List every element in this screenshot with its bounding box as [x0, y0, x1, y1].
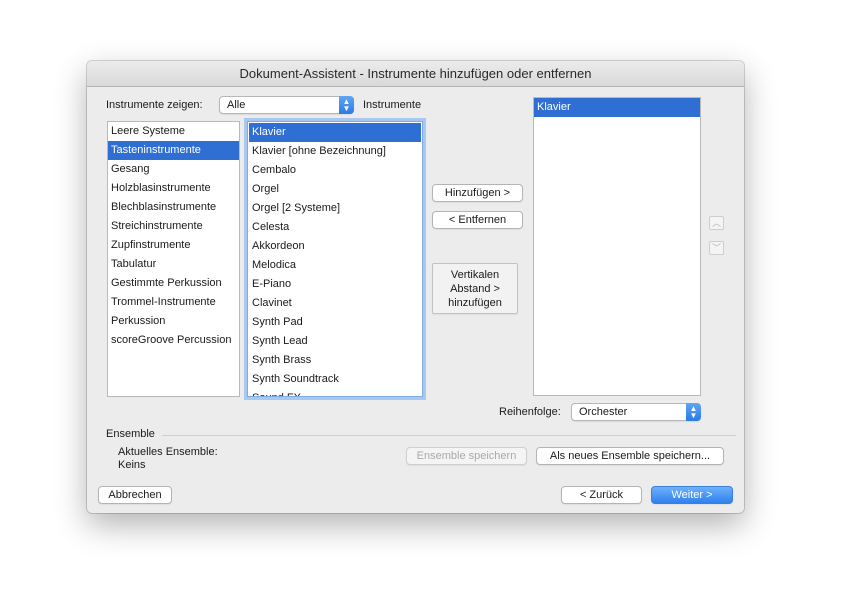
instrument-list-item[interactable]: Sound FX	[249, 389, 421, 396]
category-list-item[interactable]: Leere Systeme	[108, 122, 239, 141]
add-spacing-line-2: Abstand >	[450, 283, 500, 295]
instrument-list-item[interactable]: Synth Soundtrack	[249, 370, 421, 389]
filter-label: Instrumente zeigen:	[106, 99, 203, 111]
instrument-list-item[interactable]: Synth Brass	[249, 351, 421, 370]
current-ensemble-value: Keins	[118, 459, 146, 471]
instrument-list-item[interactable]: Orgel [2 Systeme]	[249, 199, 421, 218]
instrument-list-item[interactable]: Melodica	[249, 256, 421, 275]
add-vertical-spacing-button[interactable]: Vertikalen Abstand > hinzufügen	[432, 263, 518, 314]
category-list-item[interactable]: Gesang	[108, 160, 239, 179]
chevron-down-icon: ﹀	[711, 243, 721, 253]
instrument-list-item[interactable]: Clavinet	[249, 294, 421, 313]
ensemble-heading: Ensemble	[106, 428, 155, 440]
order-label: Reihenfolge:	[499, 406, 561, 418]
instrument-list-item[interactable]: Cembalo	[249, 161, 421, 180]
category-list-item[interactable]: Zupfinstrumente	[108, 236, 239, 255]
add-spacing-line-1: Vertikalen	[450, 269, 500, 281]
add-spacing-line-3: hinzufügen	[448, 297, 502, 309]
category-list-item[interactable]: Gestimmte Perkussion	[108, 274, 239, 293]
instrument-list-item[interactable]: Klavier	[249, 123, 421, 142]
instrument-list-item[interactable]: Akkordeon	[249, 237, 421, 256]
category-list-item[interactable]: Holzblasinstrumente	[108, 179, 239, 198]
instrument-list-item[interactable]: Synth Pad	[249, 313, 421, 332]
save-new-ensemble-button[interactable]: Als neues Ensemble speichern...	[536, 447, 724, 465]
up-down-arrows-icon: ▲ ▼	[339, 96, 354, 114]
remove-button[interactable]: < Entfernen	[432, 211, 523, 229]
category-list[interactable]: Leere Systeme Tasteninstrumente Gesang Holz…	[107, 121, 240, 397]
ensemble-separator	[162, 435, 736, 436]
category-list-item[interactable]: Trommel-Instrumente	[108, 293, 239, 312]
instrument-list-item[interactable]: Klavier [ohne Bezeichnung]	[249, 142, 421, 161]
move-down-button[interactable]: ﹀	[709, 241, 724, 255]
instrument-list-item[interactable]: Synth Lead	[249, 332, 421, 351]
filter-popup[interactable]: Alle ▲ ▼	[219, 96, 354, 114]
selected-instrument-item[interactable]: Klavier	[534, 98, 700, 117]
category-list-item[interactable]: Perkussion	[108, 312, 239, 331]
instrument-list[interactable]: Klavier Klavier [ohne Bezeichnung] Cembalo…	[247, 121, 423, 397]
cancel-button[interactable]: Abbrechen	[98, 486, 172, 504]
order-popup-value: Orchester	[579, 406, 628, 418]
selected-instruments-list[interactable]: Klavier	[533, 97, 701, 396]
up-down-arrows-icon: ▲ ▼	[686, 403, 701, 421]
current-ensemble-label: Aktuelles Ensemble:	[118, 446, 218, 458]
category-list-item[interactable]: Tabulatur	[108, 255, 239, 274]
category-list-item[interactable]: scoreGroove Percussion	[108, 331, 239, 350]
category-list-item[interactable]: Streichinstrumente	[108, 217, 239, 236]
instrument-list-item[interactable]: E-Piano	[249, 275, 421, 294]
window-title: Dokument-Assistent - Instrumente hinzufü…	[87, 61, 744, 87]
move-up-button[interactable]: ︿	[709, 216, 724, 230]
order-popup[interactable]: Orchester ▲ ▼	[571, 403, 701, 421]
category-list-item[interactable]: Tasteninstrumente	[108, 141, 239, 160]
instruments-heading: Instrumente	[363, 99, 422, 111]
next-button[interactable]: Weiter >	[651, 486, 733, 504]
chevron-up-icon: ︿	[711, 218, 721, 228]
wizard-window: Dokument-Assistent - Instrumente hinzufü…	[87, 61, 744, 513]
save-ensemble-button[interactable]: Ensemble speichern	[406, 447, 527, 465]
category-list-item[interactable]: Blechblasinstrumente	[108, 198, 239, 217]
filter-popup-value: Alle	[227, 99, 246, 111]
instrument-list-item[interactable]: Orgel	[249, 180, 421, 199]
add-button[interactable]: Hinzufügen >	[432, 184, 523, 202]
back-button[interactable]: < Zurück	[561, 486, 642, 504]
instrument-list-item[interactable]: Celesta	[249, 218, 421, 237]
